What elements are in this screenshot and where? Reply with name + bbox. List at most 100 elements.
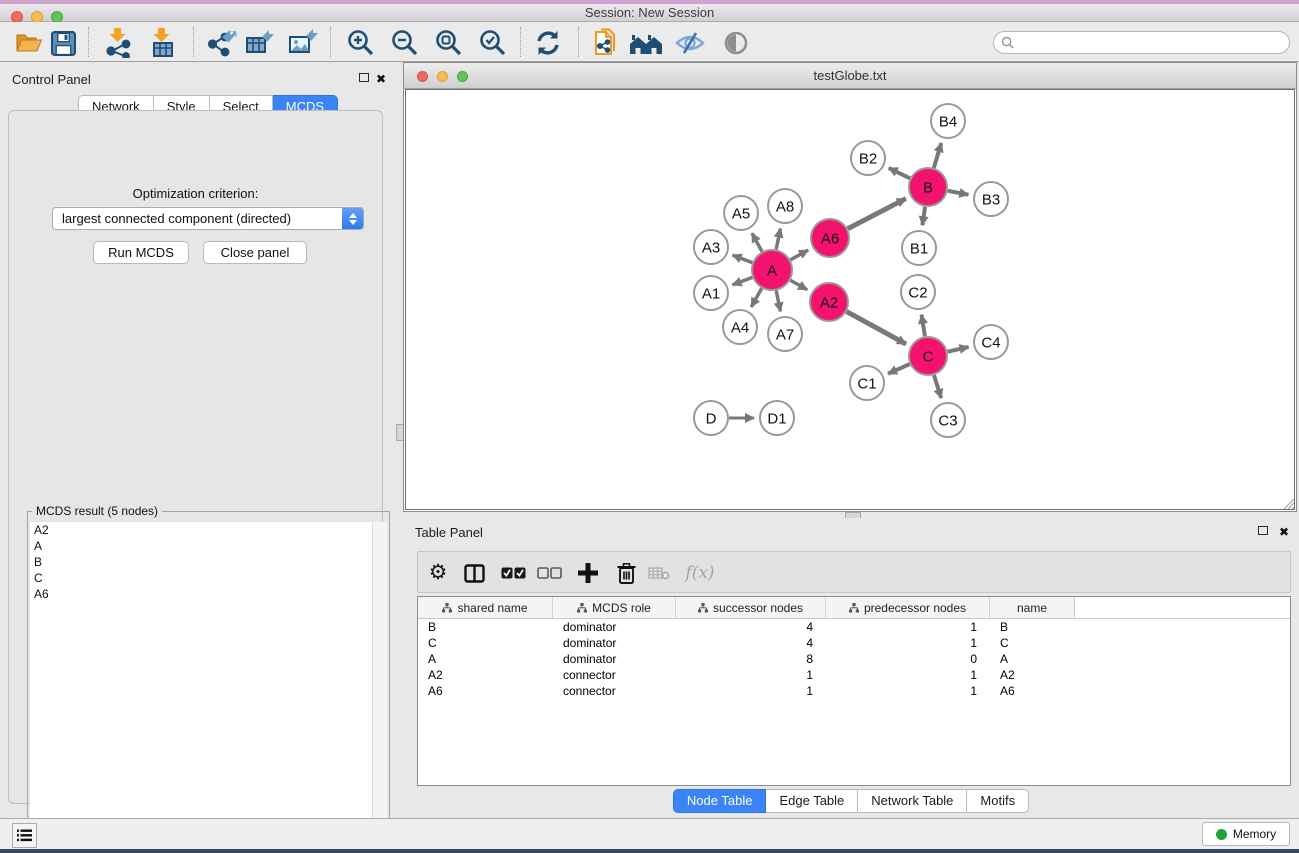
zoom-out-icon[interactable] bbox=[388, 26, 422, 60]
result-list-item[interactable]: A6 bbox=[30, 586, 372, 602]
minimize-network-window-button[interactable] bbox=[437, 71, 448, 82]
result-list-item[interactable]: B bbox=[30, 554, 372, 570]
graph-node-B3[interactable]: B3 bbox=[974, 182, 1008, 216]
graph-node-A5[interactable]: A5 bbox=[724, 196, 758, 230]
network-graph[interactable]: B4B2BB3A8A5A6A3B1AC2A1A2A4A7C4CC1DD1C3 bbox=[406, 90, 1296, 511]
table-cell[interactable]: C bbox=[418, 635, 553, 651]
edge-A-A3[interactable] bbox=[733, 255, 753, 262]
edge-B-B2[interactable] bbox=[889, 168, 910, 178]
edge-C-C3[interactable] bbox=[934, 375, 941, 398]
result-list-item[interactable]: A bbox=[30, 538, 372, 554]
task-history-button[interactable] bbox=[12, 823, 37, 848]
window-resize-grip[interactable] bbox=[1284, 499, 1294, 509]
close-panel-button[interactable]: Close panel bbox=[203, 241, 307, 264]
deselect-all-checkboxes-icon[interactable] bbox=[532, 552, 566, 594]
table-cell[interactable]: 1 bbox=[826, 619, 990, 635]
close-table-panel-icon[interactable]: ✖ bbox=[1279, 527, 1289, 537]
edge-A-A7[interactable] bbox=[776, 291, 780, 312]
open-file-icon[interactable] bbox=[12, 26, 46, 60]
graph-node-C2[interactable]: C2 bbox=[901, 275, 935, 309]
table-cell[interactable]: 1 bbox=[826, 683, 990, 699]
column-header-shared-name[interactable]: shared name bbox=[418, 597, 553, 618]
table-settings-gear-icon[interactable]: ⚙ bbox=[421, 552, 455, 594]
import-table-icon[interactable] bbox=[146, 26, 180, 60]
table-row[interactable]: Cdominator41C bbox=[418, 635, 1290, 651]
edge-A6-B[interactable] bbox=[848, 199, 906, 229]
graph-node-A2[interactable]: A2 bbox=[810, 283, 848, 321]
table-cell[interactable]: A2 bbox=[990, 667, 1075, 683]
table-cell[interactable]: connector bbox=[553, 667, 676, 683]
export-table-icon[interactable] bbox=[243, 26, 277, 60]
graph-node-A8[interactable]: A8 bbox=[768, 189, 802, 223]
zoom-network-window-button[interactable] bbox=[457, 71, 468, 82]
delete-column-icon[interactable] bbox=[609, 552, 643, 594]
zoom-in-icon[interactable] bbox=[344, 26, 378, 60]
edge-B-B1[interactable] bbox=[922, 207, 925, 225]
close-panel-icon[interactable]: ✖ bbox=[376, 74, 386, 84]
result-list-scrollbar[interactable] bbox=[372, 522, 387, 843]
edge-C-C2[interactable] bbox=[922, 315, 925, 337]
graph-node-D[interactable]: D bbox=[694, 401, 728, 435]
graph-node-A6[interactable]: A6 bbox=[811, 219, 849, 257]
result-list-item[interactable]: C bbox=[30, 570, 372, 586]
function-builder-icon[interactable]: f(x) bbox=[680, 552, 720, 594]
float-table-panel-icon[interactable] bbox=[1258, 526, 1268, 535]
edge-A2-C[interactable] bbox=[847, 312, 906, 344]
tab-node-table[interactable]: Node Table bbox=[673, 789, 767, 813]
network-canvas[interactable]: B4B2BB3A8A5A6A3B1AC2A1A2A4A7C4CC1DD1C3 bbox=[405, 89, 1295, 510]
table-cell[interactable]: 1 bbox=[676, 667, 826, 683]
table-cell[interactable]: connector bbox=[553, 683, 676, 699]
graph-node-C4[interactable]: C4 bbox=[974, 325, 1008, 359]
graph-node-C[interactable]: C bbox=[909, 337, 947, 375]
edge-A-A5[interactable] bbox=[752, 233, 762, 251]
table-cell[interactable]: C bbox=[990, 635, 1075, 651]
table-cell[interactable]: dominator bbox=[553, 635, 676, 651]
import-network-icon[interactable] bbox=[102, 26, 136, 60]
table-cell[interactable]: 8 bbox=[676, 651, 826, 667]
table-row[interactable]: Adominator80A bbox=[418, 651, 1290, 667]
graph-node-C1[interactable]: C1 bbox=[850, 366, 884, 400]
table-cell[interactable]: 0 bbox=[826, 651, 990, 667]
table-cell[interactable]: A bbox=[418, 651, 553, 667]
delete-table-icon[interactable] bbox=[642, 552, 676, 594]
column-header-mcds-role[interactable]: MCDS role bbox=[553, 597, 676, 618]
edge-A-A6[interactable] bbox=[790, 250, 808, 260]
graph-node-B2[interactable]: B2 bbox=[851, 141, 885, 175]
run-mcds-button[interactable]: Run MCDS bbox=[93, 241, 189, 264]
graph-node-B[interactable]: B bbox=[909, 168, 947, 206]
table-row[interactable]: A6connector11A6 bbox=[418, 683, 1290, 699]
graph-node-A[interactable]: A bbox=[752, 250, 792, 290]
column-header-name[interactable]: name bbox=[990, 597, 1075, 618]
criterion-dropdown[interactable]: largest connected component (directed) bbox=[52, 207, 364, 230]
table-cell[interactable]: B bbox=[418, 619, 553, 635]
table-cell[interactable]: B bbox=[990, 619, 1075, 635]
save-session-icon[interactable] bbox=[46, 26, 80, 60]
edge-B-B4[interactable] bbox=[934, 143, 942, 168]
column-header-successor-nodes[interactable]: successor nodes bbox=[676, 597, 826, 618]
graph-node-C3[interactable]: C3 bbox=[931, 403, 965, 437]
table-cell[interactable]: A2 bbox=[418, 667, 553, 683]
memory-button[interactable]: Memory bbox=[1202, 822, 1290, 846]
tab-network-table[interactable]: Network Table bbox=[858, 789, 967, 813]
table-row[interactable]: A2connector11A2 bbox=[418, 667, 1290, 683]
table-row[interactable]: Bdominator41B bbox=[418, 619, 1290, 635]
edge-C-C4[interactable] bbox=[948, 347, 969, 352]
table-cell[interactable]: dominator bbox=[553, 619, 676, 635]
graph-node-B4[interactable]: B4 bbox=[931, 104, 965, 138]
select-all-checkboxes-icon[interactable] bbox=[496, 552, 530, 594]
zoom-fit-icon[interactable] bbox=[432, 26, 466, 60]
edge-A-A8[interactable] bbox=[776, 229, 780, 250]
graph-node-D1[interactable]: D1 bbox=[760, 401, 794, 435]
table-cell[interactable]: A6 bbox=[990, 683, 1075, 699]
graph-node-A1[interactable]: A1 bbox=[694, 276, 728, 310]
float-panel-icon[interactable] bbox=[359, 73, 369, 82]
edge-C-C1[interactable] bbox=[888, 364, 910, 374]
zoom-selected-icon[interactable] bbox=[476, 26, 510, 60]
close-network-window-button[interactable] bbox=[417, 71, 428, 82]
table-cell[interactable]: 4 bbox=[676, 635, 826, 651]
search-input[interactable] bbox=[1014, 36, 1274, 50]
refresh-layout-icon[interactable] bbox=[531, 26, 565, 60]
export-network-icon[interactable] bbox=[205, 26, 239, 60]
table-cell[interactable]: A bbox=[990, 651, 1075, 667]
table-cell[interactable]: A6 bbox=[418, 683, 553, 699]
